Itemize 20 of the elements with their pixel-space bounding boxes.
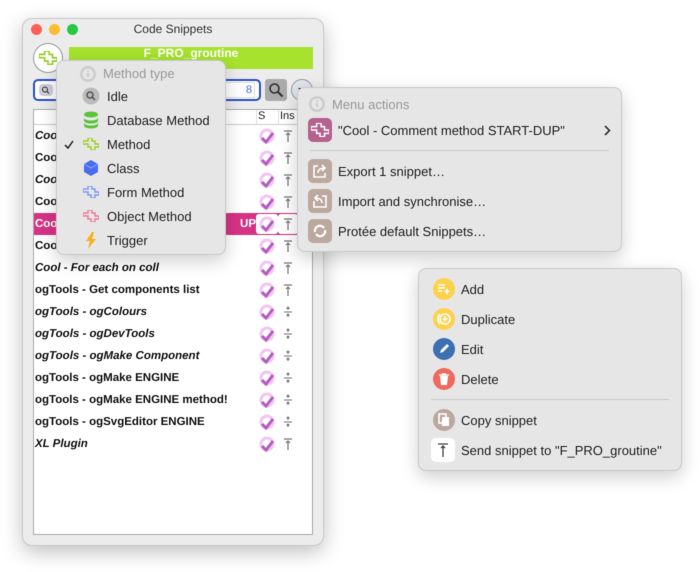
method-name: F_PRO_groutine: [144, 47, 238, 59]
menu-header: Method type: [103, 66, 175, 81]
snippet-name: Cool - For each on coll: [35, 262, 159, 274]
snippet-name: ogTools - ogDevTools: [35, 328, 155, 340]
snippet-name: Coo: [35, 196, 58, 208]
snippet-name: ogTools - Get components list: [35, 284, 200, 296]
snippet-name: ogTools - ogColours: [35, 306, 148, 318]
menu-header: Menu actions: [332, 96, 410, 112]
snippet-name: Coo: [35, 152, 58, 164]
snippet-name: Coo: [35, 240, 58, 252]
snippet-name: ogTools - ogMake ENGINE method!: [35, 394, 228, 406]
window-title: Code Snippets: [132, 22, 214, 36]
snippet-name: Coo: [35, 130, 58, 142]
snippet-name: XL Plugin: [35, 438, 88, 450]
snippet-name: ogTools - ogMake Component: [35, 350, 200, 362]
snippet-name: UP: [240, 218, 256, 230]
snippet-name: Coo: [35, 174, 58, 186]
snippet-name: ogTools - ogMake ENGINE: [35, 372, 180, 384]
snippet-name: ogTools - ogSvgEditor ENGINE: [35, 416, 205, 428]
snippet-name: Coo: [35, 218, 58, 230]
